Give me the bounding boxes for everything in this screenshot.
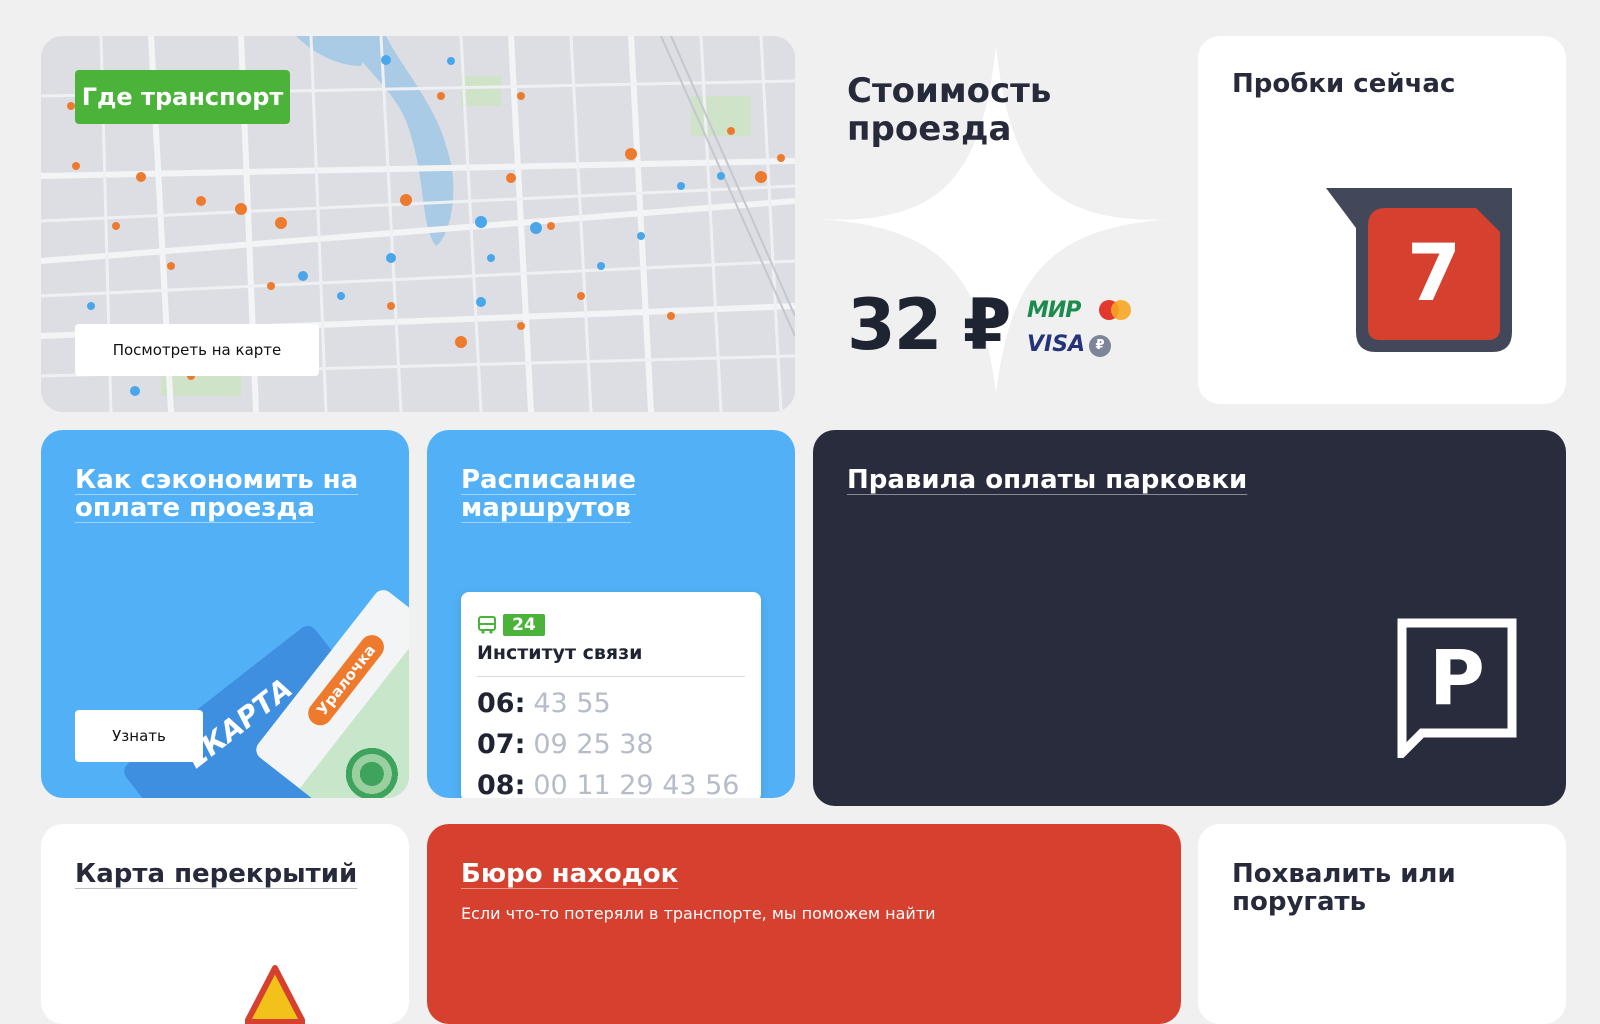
visa-icon: VISA	[1027, 332, 1086, 357]
transport-map-card[interactable]: Где транспорт Посмотреть на карте	[41, 36, 795, 412]
parking-icon: P	[1397, 618, 1517, 758]
bus-icon	[477, 616, 497, 634]
closures-title[interactable]: Карта перекрытий	[75, 860, 357, 888]
lost-found-subtitle: Если что-то потеряли в транспорте, мы по…	[461, 904, 936, 923]
fare-title[interactable]: Стоимость проезда	[847, 72, 1051, 148]
parking-title[interactable]: Правила оплаты парковки	[847, 466, 1247, 494]
traffic-level-icon: 7	[1326, 188, 1512, 352]
parking-card[interactable]: Правила оплаты парковки P	[813, 430, 1566, 806]
schedule-card[interactable]: Расписание маршрутов 24 Институт связи 0…	[427, 430, 795, 798]
learn-button[interactable]: Узнать	[75, 710, 203, 762]
schedule-row: 08: 00 11 29 43 56	[477, 770, 740, 798]
traffic-title: Пробки сейчас	[1232, 69, 1456, 99]
schedule-row: 06: 43 55	[477, 688, 611, 719]
closures-card[interactable]: Карта перекрытий	[41, 824, 409, 1024]
traffic-card[interactable]: Пробки сейчас 7	[1198, 36, 1566, 404]
save-money-card[interactable]: Как сэкономить на оплате проезда ЕКАРТА …	[41, 430, 409, 798]
schedule-row: 07: 09 25 38	[477, 729, 654, 760]
schedule-title[interactable]: Расписание маршрутов	[461, 466, 795, 522]
traffic-level-value: 7	[1406, 229, 1462, 319]
feedback-card[interactable]: Похвалить или поругать	[1198, 824, 1566, 1024]
schedule-preview: 24 Институт связи 06: 43 55 07: 09 25 38 0…	[461, 592, 761, 798]
where-transport-badge[interactable]: Где транспорт	[75, 70, 290, 124]
feedback-title[interactable]: Похвалить или поругать	[1232, 860, 1456, 916]
mastercard-icon	[1097, 298, 1137, 322]
save-money-title[interactable]: Как сэкономить на оплате проезда	[75, 466, 358, 522]
lost-found-title[interactable]: Бюро находок	[461, 860, 678, 888]
stop-name: Институт связи	[477, 642, 643, 664]
warning-icon	[244, 964, 306, 1024]
divider	[477, 676, 745, 677]
route-number-badge: 24	[503, 614, 545, 636]
fare-price: 32 ₽	[847, 284, 1011, 366]
view-on-map-button[interactable]: Посмотреть на карте	[75, 324, 319, 376]
mir-icon: МИР	[1027, 298, 1081, 323]
ruble-coin-icon: ₽	[1089, 335, 1111, 357]
lost-found-card[interactable]: Бюро находок Если что-то потеряли в тран…	[427, 824, 1181, 1024]
